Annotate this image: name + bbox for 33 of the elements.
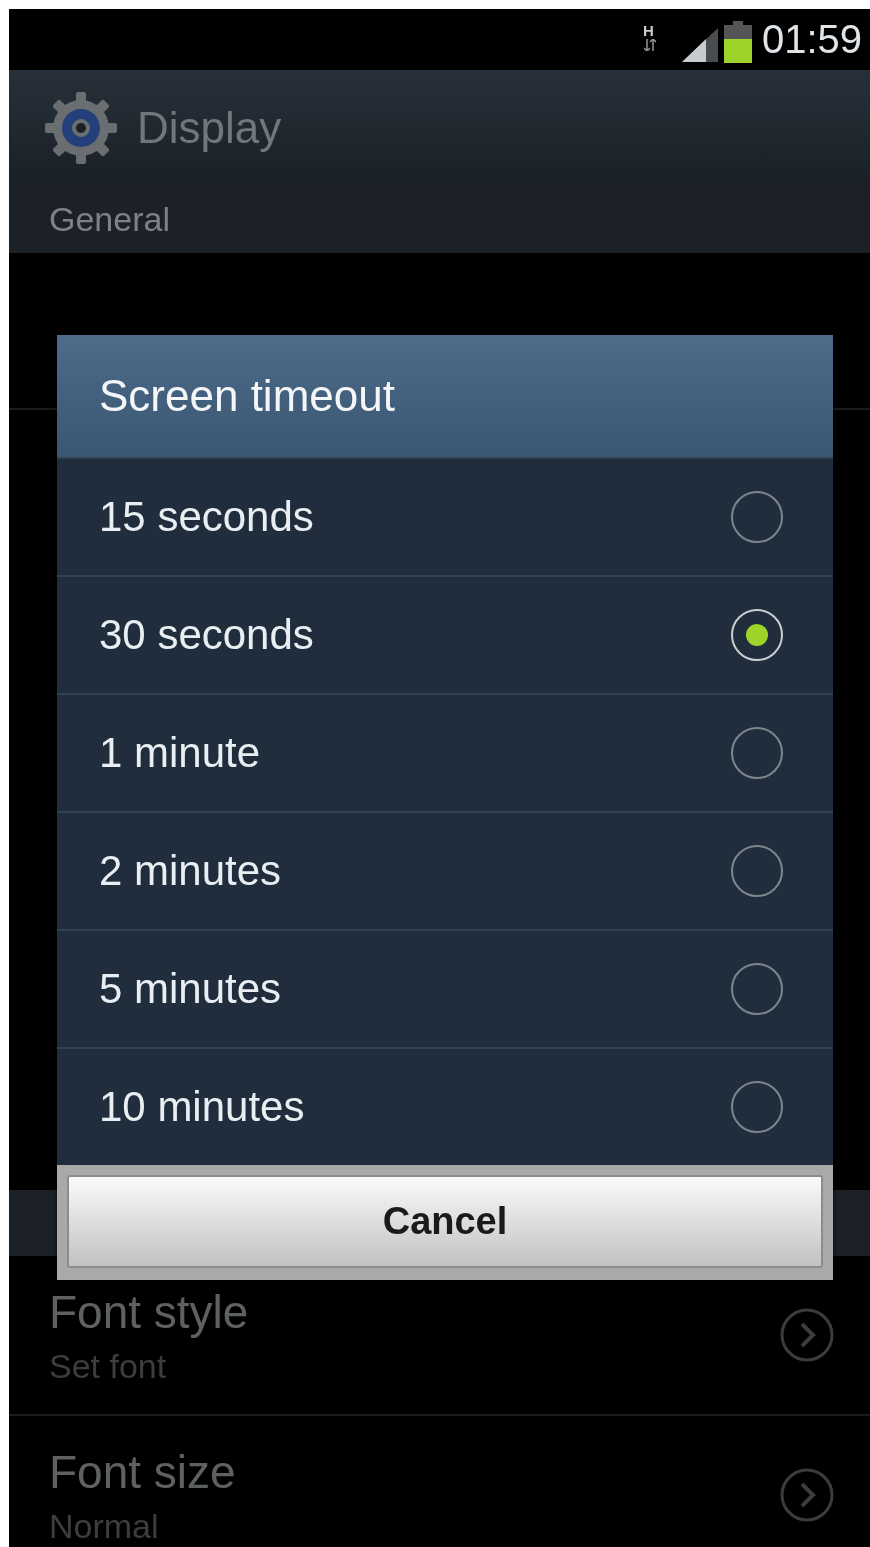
dialog-title: Screen timeout (57, 335, 833, 457)
setting-value: Normal (49, 1506, 160, 1546)
signal-icon (681, 27, 718, 62)
chevron-icon (780, 1468, 834, 1522)
option-label: 2 minutes (99, 847, 282, 895)
screen-title: Display (137, 102, 282, 153)
option-label: 1 minute (99, 729, 261, 777)
cancel-button[interactable]: Cancel (67, 1175, 823, 1268)
network-type: H (643, 22, 654, 39)
clock-time: 01:59 (761, 17, 862, 62)
option-row[interactable]: 2 minutes (57, 811, 833, 929)
radio-button[interactable] (731, 491, 783, 543)
section-title: General (49, 199, 170, 239)
option-label: 5 minutes (99, 965, 282, 1013)
option-row[interactable]: 15 seconds (57, 457, 833, 575)
radio-button[interactable] (731, 845, 783, 897)
chevron-icon (780, 1308, 834, 1362)
setting-title: Font style (49, 1284, 249, 1339)
setting-value: Set font (49, 1346, 168, 1386)
radio-button[interactable] (731, 963, 783, 1015)
option-row[interactable]: 5 minutes (57, 929, 833, 1047)
radio-button[interactable] (731, 1081, 783, 1133)
radio-button[interactable] (731, 609, 783, 661)
radio-button[interactable] (731, 727, 783, 779)
battery-icon (723, 20, 752, 63)
option-row[interactable]: 1 minute (57, 693, 833, 811)
option-label: 15 seconds (99, 493, 314, 541)
data-arrows-icon (643, 38, 656, 51)
option-row[interactable]: 30 seconds (57, 575, 833, 693)
setting-title: Font size (49, 1444, 236, 1499)
option-label: 10 minutes (99, 1083, 305, 1131)
settings-icon (43, 89, 119, 166)
option-label: 30 seconds (99, 611, 314, 659)
